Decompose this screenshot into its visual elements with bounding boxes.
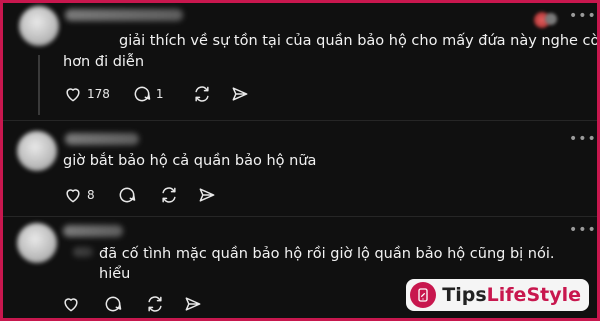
like-button[interactable]: 178	[63, 84, 110, 104]
like-count: 178	[87, 87, 110, 101]
action-bar: 178 1	[63, 84, 250, 104]
watermark-tips-text: Tips	[442, 284, 487, 306]
comment-text: đã cố tình mặc quần bảo hộ rồi giờ lộ qu…	[99, 244, 554, 264]
avatar[interactable]	[19, 6, 59, 46]
avatar[interactable]	[17, 223, 57, 263]
reply-button[interactable]	[103, 294, 123, 314]
reply-count: 1	[155, 87, 164, 101]
share-button[interactable]	[197, 185, 217, 205]
comment-text-line: đã cố tình mặc quần bảo hộ rồi giờ lộ qu…	[99, 246, 555, 262]
comment-text: giờ bắt bảo hộ cả quần bảo hộ nữa	[63, 151, 316, 171]
watermark-lifestyle-text: LifeStyle	[486, 284, 581, 306]
share-icon	[199, 188, 215, 202]
repost-icon	[194, 86, 209, 102]
threads-comments-panel: ••• giải thích về sự tồn tại của quần bả…	[3, 3, 597, 318]
heart-icon	[66, 88, 80, 102]
tipslifestyle-watermark: Tips LifeStyle	[406, 279, 589, 311]
like-count: 8	[87, 188, 95, 202]
reply-button[interactable]	[117, 185, 137, 205]
comment-text-line: giải thích về sự tồn tại của quần bảo hộ…	[119, 33, 597, 49]
comment-post-1: ••• giải thích về sự tồn tại của quần bả…	[3, 3, 597, 121]
repost-button[interactable]	[145, 294, 165, 314]
share-icon	[185, 297, 201, 311]
comment-text-line: giờ bắt bảo hộ cả quần bảo hộ nữa	[63, 153, 317, 169]
action-bar	[61, 294, 203, 314]
comment-icon	[105, 296, 122, 312]
like-button[interactable]: 8	[63, 185, 95, 205]
comment-icon	[119, 187, 135, 203]
like-button[interactable]	[61, 294, 81, 314]
thread-line	[38, 55, 40, 115]
more-icon[interactable]: •••	[569, 8, 597, 24]
heart-icon	[64, 298, 78, 312]
reply-button[interactable]: 1	[132, 84, 164, 104]
action-bar: 8	[63, 185, 217, 205]
comment-text: giải thích về sự tồn tại của quần bảo hộ…	[119, 31, 597, 51]
comment-text: hiểu	[99, 264, 130, 284]
comment-text-line: hiểu	[99, 266, 131, 282]
phone-logo-icon	[410, 282, 437, 308]
comment-text: hơn đi diễn	[63, 52, 144, 72]
username-blurred[interactable]	[65, 9, 183, 21]
share-button[interactable]	[183, 294, 203, 314]
more-icon[interactable]: •••	[569, 222, 597, 238]
comment-post-2: ••• giờ bắt bảo hộ cả quần bảo hộ nữa 8	[3, 121, 597, 217]
repost-button[interactable]	[192, 84, 212, 104]
username-blurred	[73, 247, 93, 257]
comment-icon	[134, 86, 151, 102]
more-icon[interactable]: •••	[569, 131, 597, 147]
repost-icon	[148, 296, 162, 312]
repost-button[interactable]	[159, 185, 179, 205]
username-blurred[interactable]	[65, 133, 139, 145]
reaction-indicator	[545, 13, 557, 25]
username-blurred[interactable]	[63, 225, 123, 237]
comment-text-line: hơn đi diễn	[63, 54, 145, 70]
share-icon	[232, 87, 247, 101]
avatar[interactable]	[17, 131, 57, 171]
share-button[interactable]	[230, 84, 250, 104]
repost-icon	[162, 187, 176, 203]
heart-icon	[66, 189, 80, 203]
